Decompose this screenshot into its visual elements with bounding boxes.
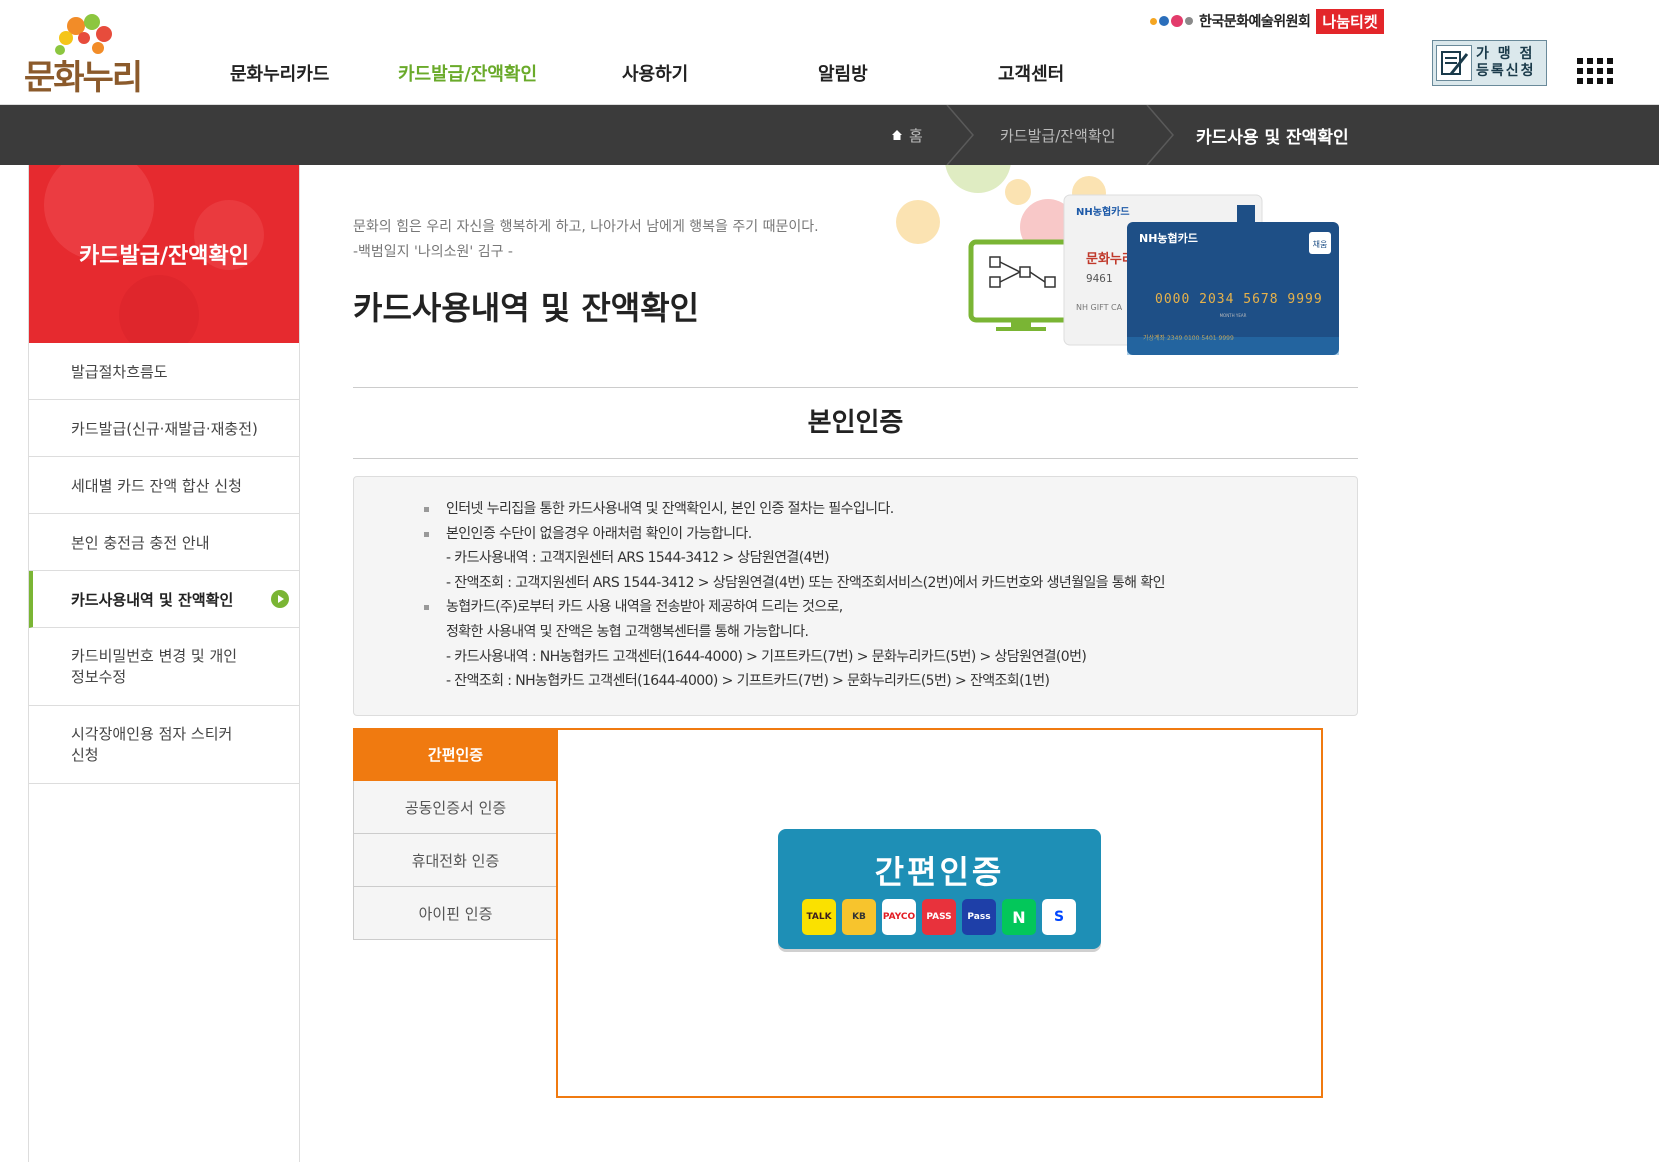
sidebar-item-braille-sticker[interactable]: 시각장애인용 점자 스티커신청 <box>29 706 299 784</box>
sidebar-item-password-change[interactable]: 카드비밀번호 변경 및 개인정보수정 <box>29 628 299 706</box>
tab-simple-auth[interactable]: 간편인증 <box>353 728 557 781</box>
label-line1: 시각장애인용 점자 스티커 <box>71 724 233 743</box>
site-logo[interactable]: 문화누리 <box>24 8 164 98</box>
sidebar-item-label: 카드사용내역 및 잔액확인 <box>71 590 234 609</box>
card-illustration-icon: NH농협카드 문화누리 9461 NH GIFT CA NH농협카드 채움 00… <box>896 127 1339 355</box>
simple-auth-button[interactable]: 간편인증 TALK KB PAYCO PASS Pass N S <box>778 829 1101 949</box>
sidebar-item-label: 카드비밀번호 변경 및 개인정보수정 <box>71 646 237 688</box>
breadcrumb-level1[interactable]: 카드발급/잔액확인 <box>1000 105 1115 165</box>
pass-icon: PASS <box>922 899 956 935</box>
payco-icon: PAYCO <box>882 899 916 935</box>
info-box: 인터넷 누리집을 통한 카드사용내역 및 잔액확인시, 본인 인증 절차는 필수… <box>353 476 1358 716</box>
breadcrumb-home-label: 홈 <box>909 126 923 145</box>
quote-line2: -백범일지 '나의소원' 김구 - <box>353 244 513 260</box>
svg-text:9461: 9461 <box>1086 272 1113 285</box>
sidebar-item-label: 시각장애인용 점자 스티커신청 <box>71 724 232 766</box>
kakao-talk-icon: TALK <box>802 899 836 935</box>
naver-icon: N <box>1002 899 1036 935</box>
svg-text:채움: 채움 <box>1313 239 1328 249</box>
home-icon <box>892 130 902 140</box>
arrow-right-circle-icon <box>271 590 289 608</box>
svg-text:0000 2034 5678 9999: 0000 2034 5678 9999 <box>1155 292 1323 307</box>
tab-ipin-auth[interactable]: 아이핀 인증 <box>353 887 557 940</box>
sidebar-item-label: 본인 충전금 충전 안내 <box>71 533 210 552</box>
divider <box>353 458 1358 459</box>
info-sub: - 잔액조회 : 고객지원센터 ARS 1544-3412 > 상담원연결(4번… <box>446 574 1165 591</box>
nav-customer-center[interactable]: 고객센터 <box>998 60 1064 86</box>
chevron-right-icon <box>946 105 974 165</box>
info-sub: - 카드사용내역 : NH농협카드 고객센터(1644-4000) > 기프트카… <box>446 648 1087 665</box>
arts-council-link[interactable]: 한국문화예술위원회 나눔티켓 <box>1150 8 1384 34</box>
breadcrumb-home[interactable]: 홈 <box>891 105 923 165</box>
info-sub: - 카드사용내역 : 고객지원센터 ARS 1544-3412 > 상담원연결(… <box>446 550 830 567</box>
kb-bank-icon: KB <box>842 899 876 935</box>
quote-line1: 문화의 힘은 우리 자신을 행복하게 하고, 나아가서 남에게 행복을 주기 때… <box>353 219 819 235</box>
pen-document-icon <box>1436 45 1472 81</box>
shinhan-bank-icon: S <box>1042 899 1076 935</box>
page-quote: 문화의 힘은 우리 자신을 행복하게 하고, 나아가서 남에게 행복을 주기 때… <box>353 215 819 265</box>
sidebar-title: 카드발급/잔액확인 <box>79 244 249 269</box>
card-visual: NH농협카드 문화누리 9461 NH GIFT CA NH농협카드 채움 00… <box>893 127 1358 355</box>
auth-provider-icons: TALK KB PAYCO PASS Pass N S <box>802 899 1076 935</box>
nav-munhwanuri-card[interactable]: 문화누리카드 <box>230 60 329 86</box>
sidebar-item-card-issue[interactable]: 카드발급(신규·재발급·재충전) <box>29 400 299 457</box>
register-line2: 등록신청 <box>1476 63 1536 79</box>
sidebar-item-label: 발급절차흐름도 <box>71 362 168 381</box>
sidebar: 카드발급/잔액확인 발급절차흐름도 카드발급(신규·재발급·재충전) 세대별 카… <box>28 165 300 1162</box>
arts-council-name: 한국문화예술위원회 <box>1199 14 1311 30</box>
logo-text: 문화누리 <box>24 58 143 98</box>
svg-text:NH GIFT CA: NH GIFT CA <box>1076 303 1123 312</box>
sidebar-item-label: 카드발급(신규·재발급·재충전) <box>71 419 258 438</box>
label-line1: 카드비밀번호 변경 및 개인 <box>71 646 238 665</box>
nav-usage[interactable]: 사용하기 <box>622 60 688 86</box>
sidebar-item-self-charge[interactable]: 본인 충전금 충전 안내 <box>29 514 299 571</box>
tab-phone-auth[interactable]: 휴대전화 인증 <box>353 834 557 887</box>
svg-text:NH농협카드: NH농협카드 <box>1139 231 1198 245</box>
sidebar-item-usage-balance[interactable]: 카드사용내역 및 잔액확인 <box>29 571 299 628</box>
merchant-register-button[interactable]: 가 맹 점 등록신청 <box>1432 40 1547 86</box>
nav-card-issue[interactable]: 카드발급/잔액확인 <box>398 60 537 86</box>
svg-text:문화누리: 문화누리 <box>1086 251 1134 267</box>
divider <box>353 387 1358 388</box>
tab-certificate-auth[interactable]: 공동인증서 인증 <box>353 781 557 834</box>
auth-tabs: 간편인증 공동인증서 인증 휴대전화 인증 아이핀 인증 <box>353 728 557 940</box>
simple-auth-label: 간편인증 <box>874 853 1005 891</box>
sidebar-item-issue-flow[interactable]: 발급절차흐름도 <box>29 343 299 400</box>
info-bullet: 인터넷 누리집을 통한 카드사용내역 및 잔액확인시, 본인 인증 절차는 필수… <box>424 497 1357 522</box>
sidebar-item-label: 세대별 카드 잔액 합산 신청 <box>71 476 242 495</box>
section-title: 본인인증 <box>807 408 904 438</box>
site-header: 문화누리 한국문화예술위원회 나눔티켓 문화누리카드 카드발급/잔액확인 사용하… <box>0 0 1659 105</box>
samsung-pass-icon: Pass <box>962 899 996 935</box>
breadcrumb: 홈 카드발급/잔액확인 카드사용 및 잔액확인 <box>0 105 1659 165</box>
grid-icon[interactable] <box>1577 58 1613 86</box>
label-line2: 정보수정 <box>71 667 127 686</box>
merchant-register-label: 가 맹 점 등록신청 <box>1476 46 1536 80</box>
page-title: 카드사용내역 및 잔액확인 <box>353 289 700 327</box>
info-sub: 정확한 사용내역 및 잔액은 농협 고객행복센터를 통해 가능합니다. <box>446 623 809 640</box>
sidebar-item-household-sum[interactable]: 세대별 카드 잔액 합산 신청 <box>29 457 299 514</box>
info-bullet: 본인인증 수단이 없을경우 아래처럼 확인이 가능합니다. <box>424 522 1357 547</box>
label-line2: 신청 <box>71 745 99 764</box>
nav-notice[interactable]: 알림방 <box>818 60 868 86</box>
chevron-right-icon <box>1146 105 1174 165</box>
svg-text:NH농협카드: NH농협카드 <box>1076 205 1130 218</box>
auth-panel: 간편인증 TALK KB PAYCO PASS Pass N S <box>556 728 1323 1098</box>
nanum-ticket-badge[interactable]: 나눔티켓 <box>1316 8 1384 34</box>
info-bullet: 농협카드(주)로부터 카드 사용 내역을 전송받아 제공하여 드리는 것으로, <box>424 595 1357 620</box>
arts-council-logo-icon <box>1150 15 1193 27</box>
info-sub: - 잔액조회 : NH농협카드 고객센터(1644-4000) > 기프트카드(… <box>446 673 1050 690</box>
sidebar-header: 카드발급/잔액확인 <box>29 165 299 343</box>
breadcrumb-current: 카드사용 및 잔액확인 <box>1196 127 1349 148</box>
register-line1: 가 맹 점 <box>1476 46 1535 62</box>
svg-text:MONTH YEAR: MONTH YEAR <box>1220 313 1247 318</box>
